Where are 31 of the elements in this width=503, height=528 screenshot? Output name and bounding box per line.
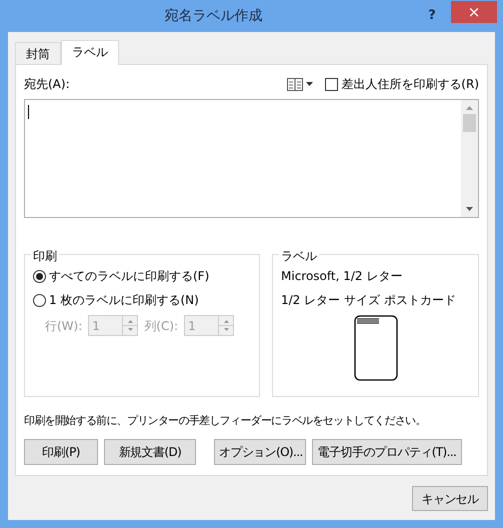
checkbox[interactable]	[325, 78, 338, 90]
group-title: 印刷	[31, 247, 59, 265]
dialog-button[interactable]: 新規文書(D)	[104, 438, 196, 464]
caret-icon[interactable]	[306, 82, 314, 86]
help-button[interactable]: ?	[419, 6, 445, 26]
label-description: 1/2 レター サイズ ポストカード	[281, 292, 457, 309]
close-button[interactable]: ×	[451, 0, 497, 22]
address-book-icon[interactable]	[287, 78, 304, 90]
instruction-text: 印刷を開始する前に、プリンターの手差しフィーダーにラベルをセットしてください。	[24, 413, 427, 429]
spinner-label: 列(C):	[144, 318, 178, 334]
dialog-button[interactable]: オプション(O)...	[214, 438, 306, 464]
label-description: Microsoft, 1/2 レター	[281, 268, 404, 285]
window-title: 宛名ラベル作成	[164, 6, 264, 26]
label-preview-drawing	[354, 315, 398, 381]
address-label: 宛先(A):	[24, 76, 70, 93]
spinner-label: 行(W):	[45, 318, 82, 334]
tab[interactable]: 封筒	[15, 42, 61, 64]
scroll-up-icon[interactable]	[466, 106, 473, 110]
radio-label[interactable]: 1 枚のラベルに印刷する(N)	[49, 291, 199, 309]
radio-button[interactable]	[33, 270, 46, 282]
dialog-button[interactable]: 電子切手のプロパティ(T)...	[312, 438, 462, 464]
dialog-button[interactable]: 印刷(P)	[24, 438, 98, 464]
scrollbar-thumb[interactable]	[463, 114, 476, 132]
cancel-button[interactable]: キャンセル	[412, 486, 488, 511]
address-field[interactable]	[24, 99, 479, 218]
radio-button[interactable]	[33, 294, 46, 306]
scroll-down-icon[interactable]	[466, 207, 473, 211]
radio-label[interactable]: すべてのラベルに印刷する(F)	[49, 267, 210, 285]
scrollbar[interactable]	[461, 100, 478, 217]
tab[interactable]: ラベル	[61, 40, 119, 65]
checkbox-label[interactable]: 差出人住所を印刷する(R)	[341, 75, 479, 93]
